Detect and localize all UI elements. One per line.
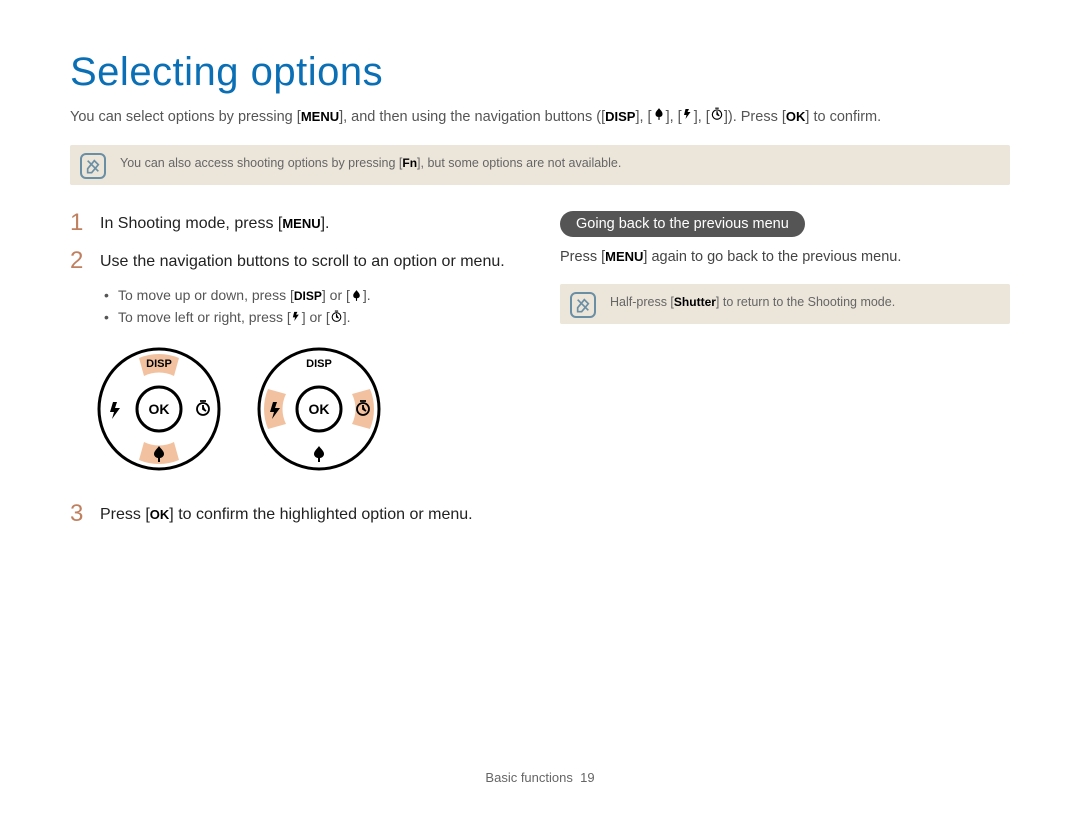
note-icon: [80, 153, 106, 179]
menu-label: MENU: [282, 216, 320, 231]
step-number: 3: [70, 502, 88, 526]
timer-icon: [710, 107, 724, 127]
footer-page-number: 19: [580, 770, 594, 785]
note-text-part: ], but some options are not available.: [417, 156, 621, 170]
dial-ok-label: OK: [309, 401, 330, 417]
step-text: ] to confirm the highlighted option or m…: [169, 506, 472, 523]
disp-label: DISP: [294, 289, 322, 303]
step-number: 1: [70, 211, 88, 235]
note-text: You can also access shooting options by …: [120, 155, 996, 173]
intro-text: You can select options by pressing [: [70, 109, 301, 125]
intro-text: ] to confirm.: [805, 109, 881, 125]
sub-bullet-list: To move up or down, press [DISP] or []. …: [104, 287, 520, 326]
step-text: ].: [321, 215, 330, 232]
note-text-part: Half-press [: [610, 295, 674, 309]
note-box: Half-press [Shutter] to return to the Sh…: [560, 284, 1010, 324]
left-column: 1 In Shooting mode, press [MENU]. 2 Use …: [70, 211, 520, 540]
bullet-text: To move left or right, press [: [118, 309, 291, 325]
bullet-text: ].: [363, 287, 371, 303]
body-text: Press [MENU] again to go back to the pre…: [560, 247, 1010, 267]
note-box: You can also access shooting options by …: [70, 145, 1010, 185]
step-body: Use the navigation buttons to scroll to …: [100, 249, 505, 273]
flash-icon: [682, 107, 694, 127]
footer-section: Basic functions: [485, 770, 572, 785]
intro-text: ], and then using the navigation buttons…: [339, 109, 605, 125]
step-number: 2: [70, 249, 88, 273]
intro-paragraph: You can select options by pressing [MENU…: [70, 107, 1010, 127]
bullet-text: ].: [343, 309, 351, 325]
macro-icon: [350, 289, 363, 305]
note-text-part: ] to return to the Shooting mode.: [716, 295, 895, 309]
bullet-text: ] or [: [302, 309, 330, 325]
page-footer: Basic functions 19: [0, 770, 1080, 785]
ok-label: OK: [786, 109, 806, 124]
body-text-part: ] again to go back to the previous menu.: [643, 249, 901, 265]
menu-label: MENU: [605, 249, 643, 264]
dial-vertical-highlight: DISP OK: [94, 344, 224, 474]
step-body: Press [OK] to confirm the highlighted op…: [100, 502, 473, 526]
step-text: Press [: [100, 506, 150, 523]
intro-text: ], [: [694, 109, 710, 125]
menu-label: MENU: [301, 109, 339, 124]
ok-label: OK: [150, 507, 170, 522]
bullet-text: To move up or down, press [: [118, 287, 294, 303]
macro-icon: [652, 107, 666, 127]
step-3: 3 Press [OK] to confirm the highlighted …: [70, 502, 520, 526]
intro-text: ], [: [635, 109, 651, 125]
dial-illustrations: DISP OK D: [94, 344, 520, 474]
intro-text: ]). Press [: [724, 109, 786, 125]
fn-label: Fn: [402, 156, 417, 170]
timer-icon: [330, 310, 343, 326]
step-2: 2 Use the navigation buttons to scroll t…: [70, 249, 520, 273]
bullet-item: To move left or right, press [ ] or [].: [104, 309, 520, 326]
page-title: Selecting options: [70, 50, 1010, 95]
bullet-text: ] or [: [322, 287, 350, 303]
flash-icon: [291, 310, 302, 326]
right-column: Going back to the previous menu Press [M…: [560, 211, 1010, 540]
body-text-part: Press [: [560, 249, 605, 265]
note-text: Half-press [Shutter] to return to the Sh…: [610, 294, 996, 312]
dial-disp-label: DISP: [306, 358, 332, 370]
dial-horizontal-highlight: DISP OK: [254, 344, 384, 474]
step-text: In Shooting mode, press [: [100, 215, 282, 232]
bullet-item: To move up or down, press [DISP] or [].: [104, 287, 520, 304]
intro-text: ], [: [666, 109, 682, 125]
disp-label: DISP: [605, 109, 635, 124]
dial-ok-label: OK: [149, 401, 170, 417]
step-body: In Shooting mode, press [MENU].: [100, 211, 330, 235]
note-icon: [570, 292, 596, 318]
step-1: 1 In Shooting mode, press [MENU].: [70, 211, 520, 235]
note-text-part: You can also access shooting options by …: [120, 156, 402, 170]
dial-disp-label: DISP: [146, 358, 172, 370]
subsection-heading: Going back to the previous menu: [560, 211, 805, 237]
shutter-label: Shutter: [674, 295, 716, 309]
